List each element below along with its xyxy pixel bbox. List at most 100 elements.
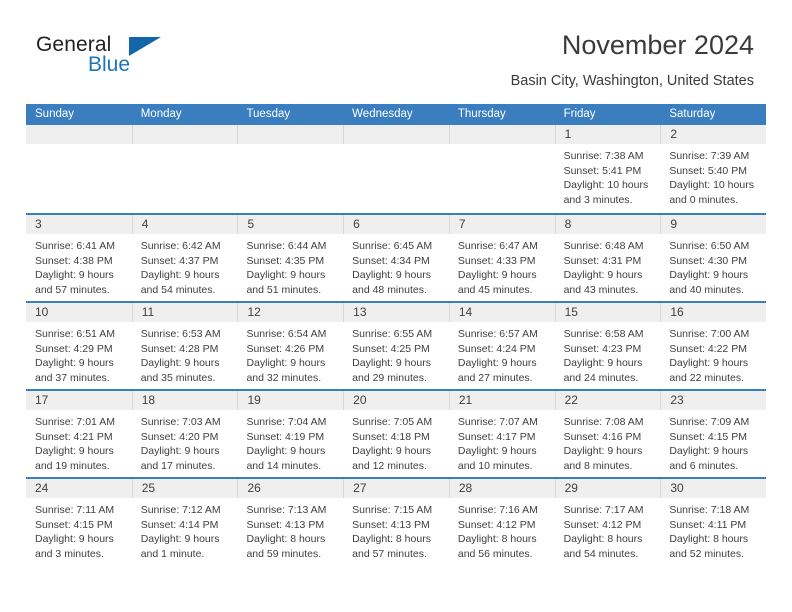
calendar-day-cell[interactable]: 18 Sunrise: 7:03 AM Sunset: 4:20 PM Dayligh… xyxy=(131,391,238,477)
calendar-day-cell[interactable]: 23 Sunrise: 7:09 AM Sunset: 4:15 PM Dayligh… xyxy=(660,391,767,477)
daylight-text-line1: Daylight: 10 hours xyxy=(563,179,649,192)
calendar-day-cell[interactable]: 9 Sunrise: 6:50 AM Sunset: 4:30 PM Daylight… xyxy=(660,215,767,301)
day-number: 28 xyxy=(458,481,473,495)
calendar-day-cell[interactable]: 1 Sunrise: 7:38 AM Sunset: 5:41 PM Daylight… xyxy=(554,125,661,213)
calendar-day-cell[interactable]: 28 Sunrise: 7:16 AM Sunset: 4:12 PM Dayligh… xyxy=(448,479,555,565)
calendar-day-cell[interactable]: 12 Sunrise: 6:54 AM Sunset: 4:26 PM Dayligh… xyxy=(237,303,344,389)
brand-logo[interactable]: General Blue xyxy=(36,33,266,93)
day-number-band: 9 xyxy=(660,215,767,234)
sunset-text: Sunset: 4:18 PM xyxy=(352,430,430,443)
day-number-band xyxy=(237,125,344,144)
day-details: Sunrise: 7:08 AM Sunset: 4:16 PM Daylight:… xyxy=(555,410,661,473)
calendar-day-cell[interactable]: 20 Sunrise: 7:05 AM Sunset: 4:18 PM Dayligh… xyxy=(343,391,449,477)
daylight-text-line2: and 54 minutes. xyxy=(140,283,216,296)
day-details: Sunrise: 6:54 AM Sunset: 4:26 PM Daylight:… xyxy=(237,322,343,385)
calendar-day-cell[interactable]: 25 Sunrise: 7:12 AM Sunset: 4:14 PM Dayligh… xyxy=(131,479,238,565)
calendar-weeks: 1 Sunrise: 7:38 AM Sunset: 5:41 PM Daylight… xyxy=(26,125,767,565)
sunrise-text: Sunrise: 7:00 AM xyxy=(669,328,750,340)
calendar-day-cell[interactable]: 13 Sunrise: 6:55 AM Sunset: 4:25 PM Dayligh… xyxy=(343,303,449,389)
day-details: Sunrise: 7:12 AM Sunset: 4:14 PM Daylight:… xyxy=(132,498,238,561)
daylight-text-line1: Daylight: 9 hours xyxy=(140,533,220,546)
daylight-text-line1: Daylight: 9 hours xyxy=(246,269,326,282)
calendar-day-cell[interactable]: 2 Sunrise: 7:39 AM Sunset: 5:40 PM Daylight… xyxy=(660,125,767,213)
calendar-day-cell[interactable]: 22 Sunrise: 7:08 AM Sunset: 4:16 PM Dayligh… xyxy=(554,391,661,477)
day-number-band: 18 xyxy=(131,391,238,410)
calendar-day-cell[interactable]: 14 Sunrise: 6:57 AM Sunset: 4:24 PM Dayligh… xyxy=(448,303,555,389)
day-number-band: 8 xyxy=(554,215,661,234)
day-details: Sunrise: 7:04 AM Sunset: 4:19 PM Daylight:… xyxy=(237,410,343,473)
calendar-day-cell[interactable]: 10 Sunrise: 6:51 AM Sunset: 4:29 PM Dayligh… xyxy=(26,303,132,389)
calendar-day-cell[interactable]: 30 Sunrise: 7:18 AM Sunset: 4:11 PM Dayligh… xyxy=(660,479,767,565)
day-number-band xyxy=(26,125,132,144)
calendar-day-cell[interactable]: 4 Sunrise: 6:42 AM Sunset: 4:37 PM Daylight… xyxy=(131,215,238,301)
calendar-day-cell[interactable]: 24 Sunrise: 7:11 AM Sunset: 4:15 PM Dayligh… xyxy=(26,479,132,565)
daylight-text-line2: and 29 minutes. xyxy=(352,371,427,384)
calendar-day-cell[interactable]: 17 Sunrise: 7:01 AM Sunset: 4:21 PM Dayligh… xyxy=(26,391,132,477)
day-details: Sunrise: 6:42 AM Sunset: 4:37 PM Daylight:… xyxy=(132,234,238,297)
daylight-text-line2: and 22 minutes. xyxy=(669,371,745,384)
calendar-day-cell[interactable]: 8 Sunrise: 6:48 AM Sunset: 4:31 PM Daylight… xyxy=(554,215,661,301)
daylight-text-line1: Daylight: 9 hours xyxy=(352,357,431,370)
sunset-text: Sunset: 5:40 PM xyxy=(669,164,747,177)
day-number: 3 xyxy=(35,217,42,231)
daylight-text-line1: Daylight: 9 hours xyxy=(352,445,431,458)
day-details: Sunrise: 6:51 AM Sunset: 4:29 PM Daylight:… xyxy=(26,322,132,385)
calendar-week-row: 24 Sunrise: 7:11 AM Sunset: 4:15 PM Dayligh… xyxy=(26,477,767,565)
day-number: 9 xyxy=(670,217,677,231)
calendar-grid: Sunday Monday Tuesday Wednesday Thursday… xyxy=(26,104,767,565)
daylight-text-line2: and 35 minutes. xyxy=(140,371,216,384)
calendar-day-cell[interactable]: 3 Sunrise: 6:41 AM Sunset: 4:38 PM Daylight… xyxy=(26,215,132,301)
daylight-text-line1: Daylight: 8 hours xyxy=(352,533,431,546)
day-number-band: 5 xyxy=(237,215,344,234)
day-number-band: 3 xyxy=(26,215,132,234)
daylight-text-line2: and 51 minutes. xyxy=(246,283,322,296)
sunset-text: Sunset: 4:35 PM xyxy=(246,254,325,267)
sunrise-text: Sunrise: 7:04 AM xyxy=(246,416,327,428)
calendar-day-cell[interactable]: 6 Sunrise: 6:45 AM Sunset: 4:34 PM Daylight… xyxy=(343,215,449,301)
daylight-text-line2: and 17 minutes. xyxy=(140,459,216,472)
calendar-day-cell[interactable]: 19 Sunrise: 7:04 AM Sunset: 4:19 PM Dayligh… xyxy=(237,391,344,477)
calendar-day-cell[interactable]: 11 Sunrise: 6:53 AM Sunset: 4:28 PM Dayligh… xyxy=(131,303,238,389)
day-number: 19 xyxy=(247,393,261,407)
sunrise-text: Sunrise: 6:47 AM xyxy=(457,240,538,252)
calendar-page: General Blue November 2024 Basin City, W… xyxy=(0,0,792,612)
day-number: 15 xyxy=(564,305,578,319)
calendar-day-cell[interactable]: 15 Sunrise: 6:58 AM Sunset: 4:23 PM Dayligh… xyxy=(554,303,661,389)
calendar-day-cell[interactable]: 27 Sunrise: 7:15 AM Sunset: 4:13 PM Dayligh… xyxy=(343,479,449,565)
day-number: 20 xyxy=(353,393,367,407)
calendar-day-cell[interactable]: 26 Sunrise: 7:13 AM Sunset: 4:13 PM Dayligh… xyxy=(237,479,344,565)
sunset-text: Sunset: 4:11 PM xyxy=(669,518,747,531)
sunrise-text: Sunrise: 7:16 AM xyxy=(457,504,538,516)
sunset-text: Sunset: 4:12 PM xyxy=(457,518,536,531)
day-number: 11 xyxy=(141,305,155,319)
sunset-text: Sunset: 4:14 PM xyxy=(140,518,219,531)
sunrise-text: Sunrise: 6:58 AM xyxy=(563,328,644,340)
day-details: Sunrise: 6:55 AM Sunset: 4:25 PM Daylight:… xyxy=(343,322,449,385)
calendar-week-row: 3 Sunrise: 6:41 AM Sunset: 4:38 PM Daylight… xyxy=(26,213,767,301)
calendar-day-cell[interactable]: 7 Sunrise: 6:47 AM Sunset: 4:33 PM Daylight… xyxy=(448,215,555,301)
weekday-sunday: Sunday xyxy=(35,108,75,120)
day-details: Sunrise: 7:03 AM Sunset: 4:20 PM Daylight:… xyxy=(132,410,238,473)
daylight-text-line1: Daylight: 9 hours xyxy=(457,269,537,282)
calendar-day-cell[interactable]: 21 Sunrise: 7:07 AM Sunset: 4:17 PM Dayligh… xyxy=(448,391,555,477)
sunset-text: Sunset: 4:15 PM xyxy=(669,430,747,443)
page-header: General Blue November 2024 Basin City, W… xyxy=(0,0,792,104)
calendar-day-cell[interactable]: 5 Sunrise: 6:44 AM Sunset: 4:35 PM Daylight… xyxy=(237,215,344,301)
day-number: 1 xyxy=(564,127,572,141)
day-number-band: 30 xyxy=(660,479,767,498)
daylight-text-line2: and 10 minutes. xyxy=(457,459,533,472)
day-number: 6 xyxy=(353,217,360,231)
sunset-text: Sunset: 5:41 PM xyxy=(563,164,642,177)
sunset-text: Sunset: 4:26 PM xyxy=(246,342,325,355)
calendar-day-cell[interactable]: 16 Sunrise: 7:00 AM Sunset: 4:22 PM Dayligh… xyxy=(660,303,767,389)
day-details: Sunrise: 6:41 AM Sunset: 4:38 PM Daylight:… xyxy=(26,234,132,297)
daylight-text-line1: Daylight: 9 hours xyxy=(35,445,114,458)
daylight-text-line2: and 24 minutes. xyxy=(563,371,639,384)
day-number-band: 27 xyxy=(343,479,449,498)
sunset-text: Sunset: 4:30 PM xyxy=(669,254,747,267)
weekday-thursday: Thursday xyxy=(457,108,506,120)
sunrise-text: Sunrise: 6:45 AM xyxy=(352,240,433,252)
day-number-band: 21 xyxy=(448,391,555,410)
calendar-day-cell[interactable]: 29 Sunrise: 7:17 AM Sunset: 4:12 PM Dayligh… xyxy=(554,479,661,565)
sunset-text: Sunset: 4:22 PM xyxy=(669,342,747,355)
